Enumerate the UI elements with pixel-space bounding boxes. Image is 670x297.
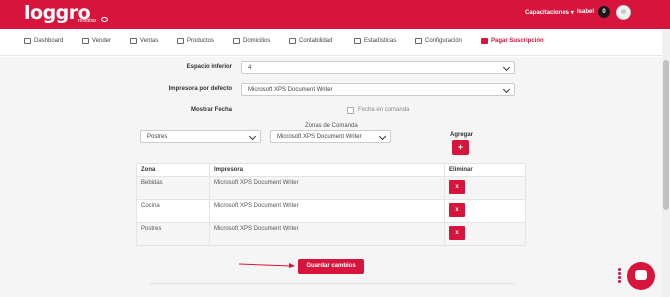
chart-icon bbox=[354, 38, 361, 44]
fecha-comanda-label: Fecha en comanda bbox=[358, 107, 410, 113]
zona-impresora-select[interactable]: Microsoft XPS Document Writer bbox=[270, 130, 391, 143]
espacio-inferior-label: Espacio inferior bbox=[186, 64, 232, 70]
impresora-cell: Microsoft XPS Document Writer bbox=[209, 176, 445, 200]
notifications-badge[interactable]: 0 bbox=[598, 6, 610, 18]
delete-button[interactable]: x bbox=[449, 226, 465, 240]
zona-impresora-value: Microsoft XPS Document Writer bbox=[277, 134, 362, 140]
header-eliminar: Eliminar bbox=[444, 163, 526, 177]
header-impresora: Impresora bbox=[209, 163, 445, 177]
chevron-down-icon bbox=[248, 132, 257, 141]
capacitaciones-menu[interactable]: Capacitaciones ▾ bbox=[525, 9, 574, 16]
impresora-defecto-select[interactable]: Microsoft XPS Document Writer bbox=[241, 83, 515, 96]
nav-dashboard-label: Dashboard bbox=[34, 38, 64, 44]
table-row: Bebidas Microsoft XPS Document Writer x bbox=[136, 176, 526, 200]
nav-pagar-suscripcion[interactable]: Pagar Suscripción bbox=[481, 38, 544, 44]
table-row: Postres Microsoft XPS Document Writer x bbox=[136, 222, 526, 246]
nav-ventas[interactable]: Ventas bbox=[130, 38, 158, 44]
nav-configuracion-label: Configuración bbox=[425, 38, 463, 44]
nav-dashboard[interactable]: Dashboard bbox=[24, 38, 63, 44]
impresora-cell: Microsoft XPS Document Writer bbox=[209, 199, 445, 223]
impresora-defecto-value: Microsoft XPS Document Writer bbox=[248, 87, 333, 93]
nav-productos[interactable]: Productos bbox=[177, 38, 214, 44]
bike-icon bbox=[233, 38, 240, 44]
zones-table: Zona Impresora Eliminar Bebidas Microsof… bbox=[136, 163, 526, 246]
nav-ventas-label: Ventas bbox=[140, 38, 159, 44]
nav-contabilidad-label: Contabilidad bbox=[299, 38, 333, 44]
zona-cell: Postres bbox=[136, 222, 210, 246]
nav-vender[interactable]: Vender bbox=[82, 38, 111, 44]
divider bbox=[150, 283, 515, 284]
eliminar-cell: x bbox=[444, 176, 526, 200]
arrow-right-icon bbox=[239, 263, 295, 268]
chevron-down-icon bbox=[502, 85, 511, 94]
eye-icon[interactable] bbox=[101, 17, 108, 22]
logo-subtitle: restobar bbox=[78, 18, 97, 24]
nav-vender-label: Vender bbox=[92, 38, 112, 44]
espacio-inferior-select[interactable]: 4 bbox=[241, 61, 515, 74]
nav-domicilios-label: Domicilios bbox=[243, 38, 271, 44]
chevron-down-icon bbox=[502, 63, 511, 72]
add-zone-button[interactable]: + bbox=[452, 140, 469, 155]
tag-icon bbox=[130, 38, 137, 44]
impresora-cell: Microsoft XPS Document Writer bbox=[209, 222, 445, 246]
top-bar: loggro restobar Capacitaciones ▾ Isabel … bbox=[0, 0, 670, 29]
cart-icon bbox=[82, 38, 89, 44]
nav-productos-label: Productos bbox=[187, 38, 215, 44]
agregar-label: Agregar bbox=[450, 132, 474, 138]
nav-estadisticas[interactable]: Estadísticas bbox=[354, 38, 396, 44]
bank-icon bbox=[289, 38, 296, 44]
mostrar-fecha-label: Mostrar Fecha bbox=[190, 107, 232, 113]
zona-select[interactable]: Postres bbox=[140, 130, 261, 143]
chevron-down-icon bbox=[378, 132, 387, 141]
user-name[interactable]: Isabel bbox=[577, 9, 594, 15]
main-nav: Dashboard Vender Ventas Productos Domici… bbox=[0, 29, 670, 56]
zona-cell: Bebidas bbox=[136, 176, 210, 200]
delete-button[interactable]: x bbox=[449, 180, 465, 194]
fecha-comanda-checkbox[interactable] bbox=[347, 107, 354, 114]
zona-cell: Cocina bbox=[136, 199, 210, 223]
impresora-defecto-label: Impresora por defecto bbox=[168, 86, 232, 92]
dashboard-icon bbox=[24, 38, 31, 44]
delete-button[interactable]: x bbox=[449, 203, 465, 217]
basket-icon bbox=[177, 38, 184, 44]
espacio-inferior-value: 4 bbox=[248, 65, 252, 71]
drag-handle-icon[interactable] bbox=[618, 268, 624, 284]
avatar[interactable] bbox=[616, 5, 631, 20]
zonas-comanda-label: Zonas de Comanda bbox=[305, 123, 358, 129]
gear-icon bbox=[415, 38, 422, 44]
nav-contabilidad[interactable]: Contabilidad bbox=[289, 38, 332, 44]
scrollbar-thumb[interactable] bbox=[663, 60, 669, 210]
card-icon bbox=[481, 38, 488, 44]
save-button[interactable]: Guardar cambios bbox=[298, 259, 364, 274]
eliminar-cell: x bbox=[444, 199, 526, 223]
nav-estadisticas-label: Estadísticas bbox=[364, 38, 397, 44]
capacitaciones-label: Capacitaciones bbox=[525, 10, 570, 16]
chat-icon[interactable] bbox=[627, 262, 655, 290]
nav-configuracion[interactable]: Configuración bbox=[415, 38, 462, 44]
zona-select-value: Postres bbox=[147, 134, 168, 140]
table-row: Cocina Microsoft XPS Document Writer x bbox=[136, 199, 526, 223]
header-zona: Zona bbox=[136, 163, 210, 177]
eliminar-cell: x bbox=[444, 222, 526, 246]
nav-domicilios[interactable]: Domicilios bbox=[233, 38, 270, 44]
table-header-row: Zona Impresora Eliminar bbox=[136, 163, 526, 177]
nav-pagar-label: Pagar Suscripción bbox=[491, 38, 544, 44]
